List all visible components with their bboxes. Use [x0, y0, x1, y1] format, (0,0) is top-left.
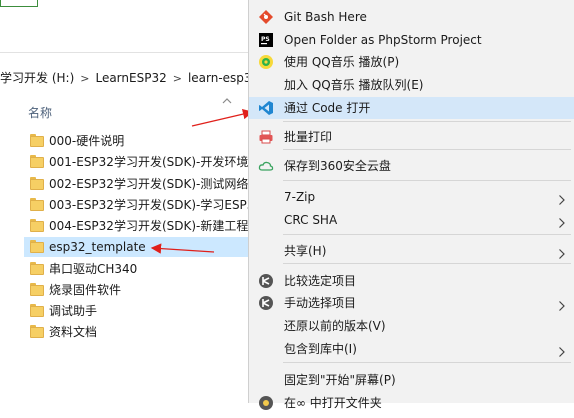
folder-icon [30, 177, 44, 191]
context-menu-item[interactable]: 保存到360安全云盘 [249, 155, 574, 177]
file-list-row[interactable]: 串口驱动CH340 [24, 259, 250, 279]
context-menu-item[interactable]: 共享(H) [249, 240, 574, 262]
printer-icon [258, 129, 274, 145]
context-menu-item[interactable]: 7-Zip [249, 186, 574, 208]
address-bar[interactable]: 学习开发 (H:) > LearnESP32 > learn-esp32 [0, 66, 248, 90]
context-menu-item-label: 使用 QQ音乐 播放(P) [284, 55, 400, 69]
context-menu-item[interactable]: PS Open Folder as PhpStorm Project [249, 29, 574, 51]
context-menu-item[interactable]: CRC SHA [249, 209, 574, 231]
context-menu-item[interactable]: 比较选定项目 [249, 270, 574, 292]
context-menu-item[interactable]: 批量打印 [249, 126, 574, 148]
folder-icon [30, 304, 44, 318]
file-name: 调试助手 [49, 304, 98, 318]
menu-separator [283, 180, 571, 181]
menu-separator [283, 234, 571, 235]
context-menu-item[interactable]: 还原以前的版本(V) [249, 315, 574, 337]
context-menu-item-label: 保存到360安全云盘 [284, 159, 391, 173]
file-name: 串口驱动CH340 [49, 262, 138, 276]
context-menu-item-label: Git Bash Here [284, 10, 367, 24]
context-menu-item-label: 固定到"开始"屏幕(P) [284, 373, 396, 387]
chevron-right-icon [558, 297, 566, 311]
context-menu-item-label: 7-Zip [284, 190, 316, 204]
phpstorm-icon: PS [258, 32, 274, 48]
breadcrumb-drive[interactable]: 学习开发 (H:) [0, 66, 74, 90]
beyond-compare-icon [258, 273, 274, 289]
context-menu-item-label: 包含到库中(I) [284, 342, 357, 356]
qq-music-icon [258, 54, 274, 70]
context-menu-item-label: 比较选定项目 [284, 274, 357, 288]
menu-separator [283, 362, 571, 363]
context-menu-item[interactable]: 固定到"开始"屏幕(P) [249, 369, 574, 391]
cloud-360-icon [258, 158, 274, 174]
context-menu-item[interactable]: 在∞ 中打开文件夹 [249, 392, 574, 414]
chevron-right-icon [558, 343, 566, 357]
context-menu-item[interactable]: Git Bash Here [249, 6, 574, 28]
chevron-right-icon [558, 245, 566, 259]
context-menu-item-label: 在∞ 中打开文件夹 [284, 396, 382, 410]
ribbon-tab-indicator [0, 0, 38, 7]
file-list-row[interactable]: esp32_template [24, 237, 250, 257]
menu-separator [283, 121, 571, 122]
file-name: 002-ESP32学习开发(SDK)-测试网络数 [49, 177, 250, 191]
beyond-compare-icon [258, 295, 274, 311]
context-menu-item-label: CRC SHA [284, 213, 338, 227]
chevron-right-icon: > [80, 72, 90, 85]
folder-icon [30, 262, 44, 276]
context-menu-item[interactable]: 包含到库中(I) [249, 338, 574, 360]
file-name: 000-硬件说明 [49, 134, 125, 148]
file-list-row[interactable]: 001-ESP32学习开发(SDK)-开发环境搭 [24, 152, 250, 172]
file-name: 烧录固件软件 [49, 283, 122, 297]
file-list-row[interactable]: 002-ESP32学习开发(SDK)-测试网络数 [24, 174, 250, 194]
svg-text:PS: PS [261, 36, 270, 43]
context-menu: Git Bash Here PS Open Folder as PhpStorm P… [248, 0, 574, 410]
context-menu-item[interactable]: 加入 QQ音乐 播放队列(E) [249, 74, 574, 96]
context-menu-item[interactable]: 通过 Code 打开 [249, 97, 574, 119]
folder-icon [30, 219, 44, 233]
folder-icon [30, 134, 44, 148]
vscode-icon [258, 100, 274, 116]
ribbon-divider [0, 52, 250, 53]
file-name: 004-ESP32学习开发(SDK)-新建工程模 [49, 219, 250, 233]
file-list-row[interactable]: 004-ESP32学习开发(SDK)-新建工程模 [24, 216, 250, 236]
folder-icon [30, 240, 44, 254]
context-menu-item-label: Open Folder as PhpStorm Project [284, 33, 482, 47]
chevron-right-icon [558, 191, 566, 205]
git-bash-icon [258, 9, 274, 25]
context-menu-item[interactable]: 手动选择项目 [249, 292, 574, 314]
folder-icon [30, 198, 44, 212]
chevron-right-icon: > [172, 72, 182, 85]
folder-icon [30, 283, 44, 297]
context-menu-item-label: 共享(H) [284, 244, 327, 258]
menu-separator [283, 263, 571, 264]
menu-separator [283, 149, 571, 150]
context-menu-item[interactable]: 使用 QQ音乐 播放(P) [249, 51, 574, 73]
file-name: 003-ESP32学习开发(SDK)-学习ESP32 [49, 198, 250, 212]
breadcrumb-current-folder[interactable]: learn-esp32 [188, 66, 248, 90]
context-menu-item-label: 批量打印 [284, 130, 333, 144]
file-name: 资料文档 [49, 325, 98, 339]
context-menu-item-label: 加入 QQ音乐 播放队列(E) [284, 78, 424, 92]
file-name: 001-ESP32学习开发(SDK)-开发环境搭 [49, 155, 250, 169]
chevron-right-icon [558, 214, 566, 228]
file-list-row[interactable]: 000-硬件说明 [24, 131, 250, 151]
context-menu-item-label: 通过 Code 打开 [284, 101, 371, 115]
file-list-row[interactable]: 调试助手 [24, 301, 250, 321]
breadcrumb-folder[interactable]: LearnESP32 [95, 66, 166, 90]
folder-icon [30, 325, 44, 339]
column-header-bar: 名称 [0, 98, 248, 124]
context-menu-item-label: 手动选择项目 [284, 296, 357, 310]
context-menu-item-label: 还原以前的版本(V) [284, 319, 386, 333]
column-header-name[interactable]: 名称 [28, 104, 52, 121]
file-list-row[interactable]: 烧录固件软件 [24, 280, 250, 300]
file-list-row[interactable]: 资料文档 [24, 322, 250, 342]
sort-ascending-icon [222, 98, 232, 104]
file-list-row[interactable]: 003-ESP32学习开发(SDK)-学习ESP32 [24, 195, 250, 215]
file-name: esp32_template [49, 240, 146, 254]
folder-icon [30, 155, 44, 169]
folder-open-icon [258, 395, 274, 411]
